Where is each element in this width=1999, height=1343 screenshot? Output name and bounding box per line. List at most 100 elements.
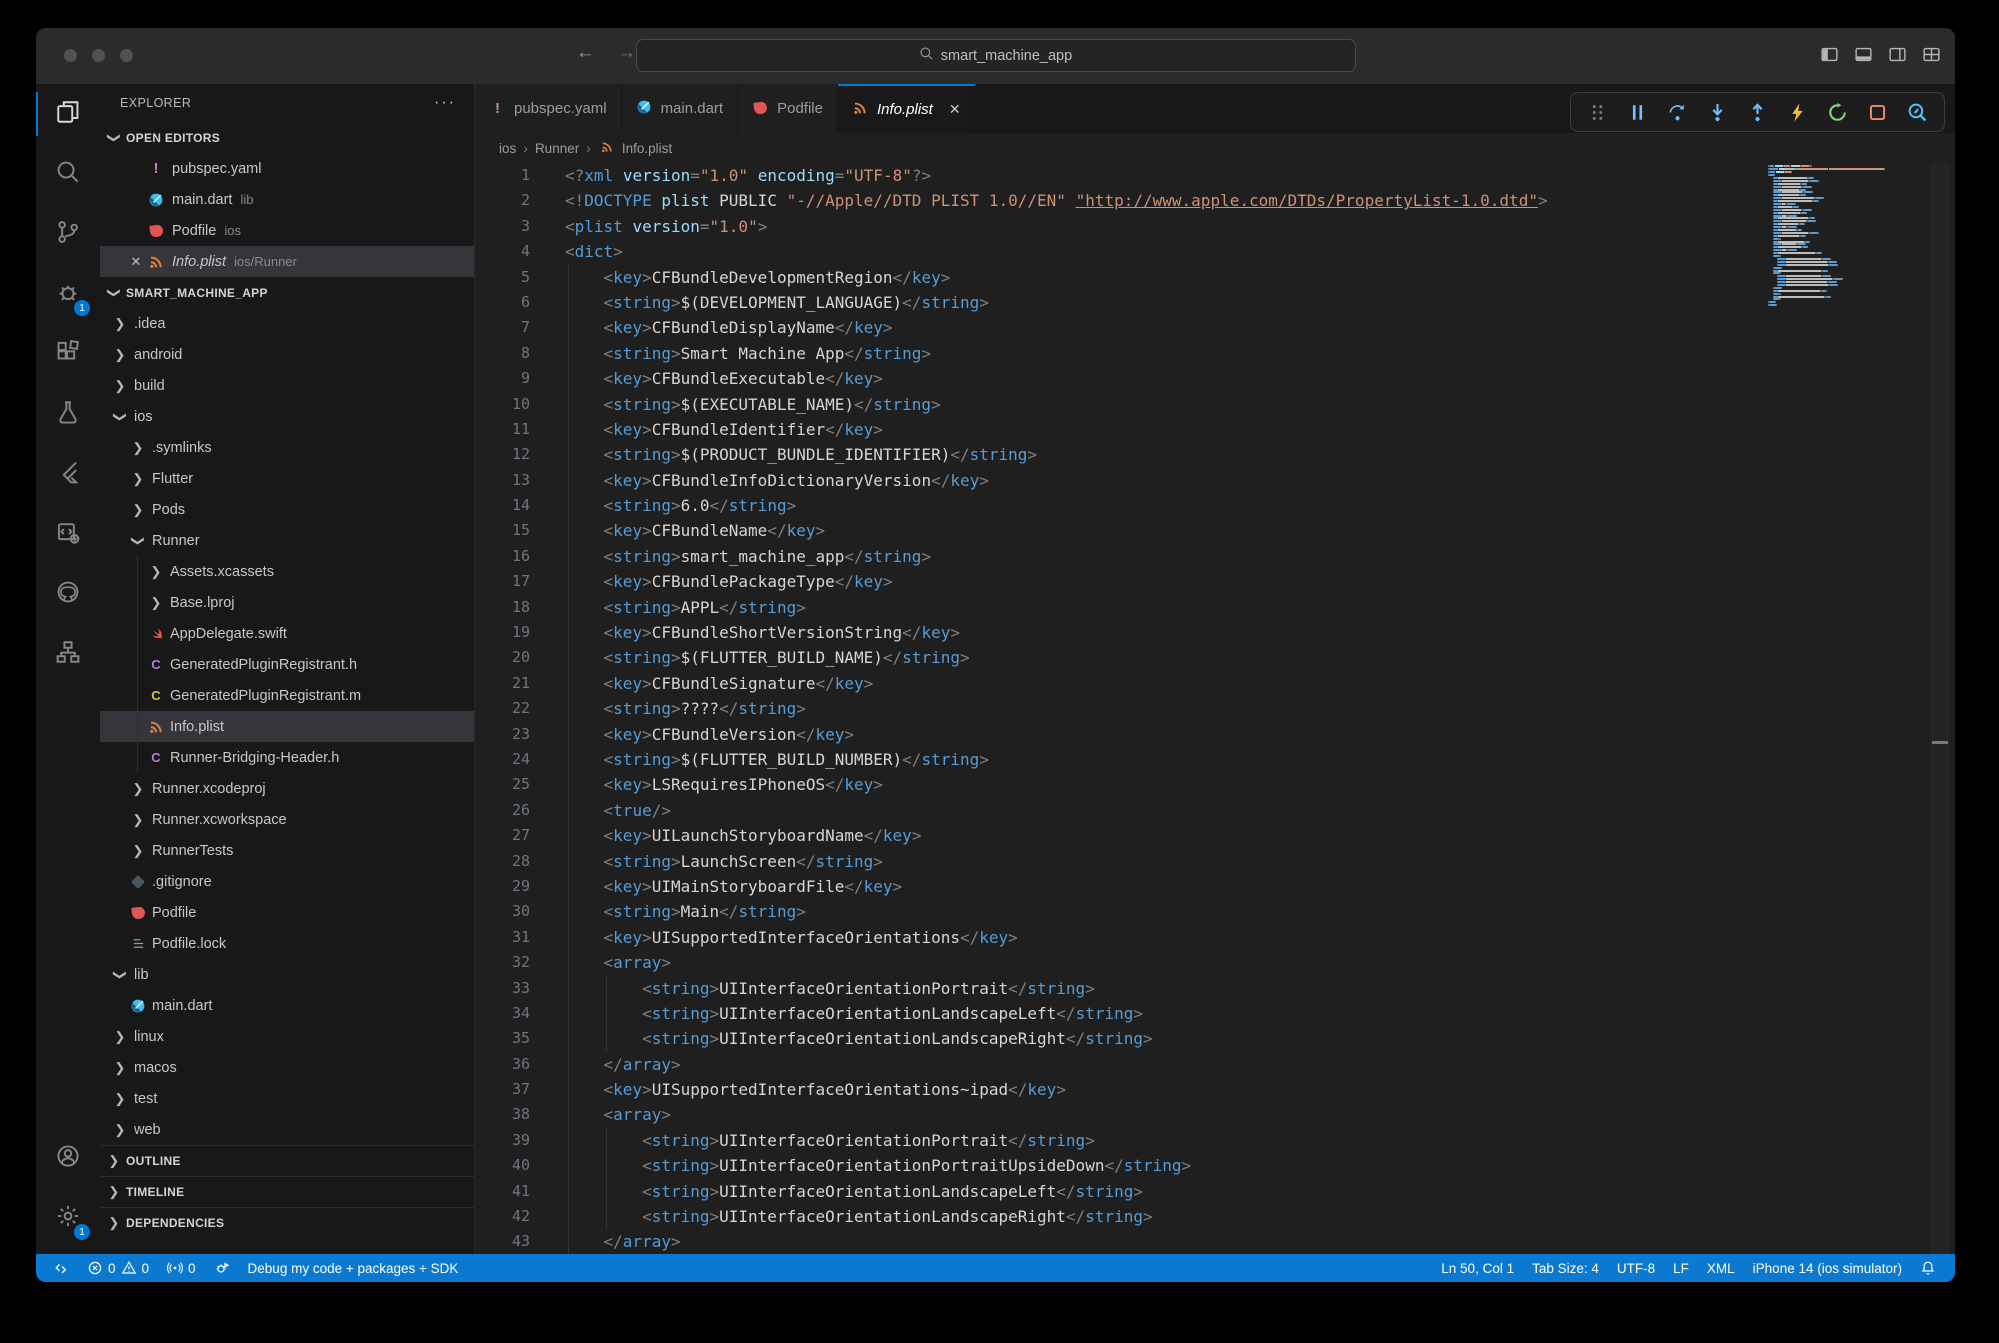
tree-item-lib[interactable]: ❯lib: [100, 959, 474, 990]
bell-icon: [1920, 1260, 1936, 1276]
status-item[interactable]: Ln 50, Col 1: [1432, 1261, 1523, 1276]
tree-item-generatedpluginregistrant-m[interactable]: CGeneratedPluginRegistrant.m: [100, 680, 474, 711]
notifications-bell[interactable]: [1911, 1260, 1945, 1276]
tab-main-dart[interactable]: main.dart: [622, 84, 739, 133]
tree-item-assets-xcassets[interactable]: ❯Assets.xcassets: [100, 556, 474, 587]
code-line-27: 27 <key>UILaunchStoryboardName</key>: [475, 823, 1955, 848]
activity-bar-item-dart-devtools[interactable]: [36, 504, 100, 564]
open-editor-item[interactable]: !pubspec.yaml: [100, 153, 474, 184]
status-item[interactable]: Debug my code + packages + SDK: [239, 1261, 468, 1276]
minimap[interactable]: [1768, 165, 1898, 307]
step-out-icon[interactable]: [1747, 102, 1768, 123]
status-item[interactable]: iPhone 14 (ios simulator): [1744, 1261, 1911, 1276]
tree-item-label: .symlinks: [152, 440, 212, 456]
toggle-primary-sidebar-icon[interactable]: [1820, 45, 1839, 64]
tree-item-runner[interactable]: ❯Runner: [100, 525, 474, 556]
step-over-icon[interactable]: [1667, 102, 1688, 123]
tree-item--idea[interactable]: ❯.idea: [100, 308, 474, 339]
open-editor-item[interactable]: ✕Info.plistios/Runner: [100, 246, 474, 277]
tree-item-runner-xcworkspace[interactable]: ❯Runner.xcworkspace: [100, 804, 474, 835]
tree-item-macos[interactable]: ❯macos: [100, 1052, 474, 1083]
toggle-secondary-sidebar-icon[interactable]: [1888, 45, 1907, 64]
status-item[interactable]: LF: [1664, 1261, 1698, 1276]
activity-bar-item-github[interactable]: [36, 564, 100, 624]
tree-item-flutter[interactable]: ❯Flutter: [100, 463, 474, 494]
close-tab-icon[interactable]: ✕: [949, 101, 961, 118]
navigate-back-button[interactable]: ←: [576, 42, 595, 64]
status-item[interactable]: UTF-8: [1608, 1261, 1664, 1276]
c-header-file-icon: C: [148, 656, 165, 673]
breadcrumb-item[interactable]: ios: [499, 141, 516, 156]
navigate-forward-button[interactable]: →: [617, 42, 636, 64]
open-editors-header[interactable]: ❯ OPEN EDITORS: [100, 122, 474, 153]
sidebar-section-timeline[interactable]: ❯TIMELINE: [100, 1176, 474, 1207]
status-item[interactable]: XML: [1698, 1261, 1744, 1276]
activity-bar-item-search[interactable]: [36, 144, 100, 204]
tree-item-ios[interactable]: ❯ios: [100, 401, 474, 432]
open-editor-item[interactable]: Podfileios: [100, 215, 474, 246]
restart-icon[interactable]: [1827, 102, 1848, 123]
line-number: 11: [475, 417, 530, 442]
open-editor-item[interactable]: main.dartlib: [100, 184, 474, 215]
tree-item-runnertests[interactable]: ❯RunnerTests: [100, 835, 474, 866]
activity-bar-item-flutter[interactable]: [36, 444, 100, 504]
minimize-window-button[interactable]: [92, 49, 105, 62]
sidebar-section-dependencies[interactable]: ❯DEPENDENCIES: [100, 1207, 474, 1238]
plist-feed-icon: [148, 253, 165, 270]
problems-errors[interactable]: 00: [78, 1260, 158, 1276]
customize-layout-icon[interactable]: [1922, 45, 1941, 64]
activity-bar-item-source-control[interactable]: [36, 204, 100, 264]
tree-item-linux[interactable]: ❯linux: [100, 1021, 474, 1052]
tree-item--symlinks[interactable]: ❯.symlinks: [100, 432, 474, 463]
tree-item-pods[interactable]: ❯Pods: [100, 494, 474, 525]
pause-icon[interactable]: [1627, 102, 1648, 123]
tree-item-podfile-lock[interactable]: Podfile.lock: [100, 928, 474, 959]
sidebar-section-outline[interactable]: ❯OUTLINE: [100, 1145, 474, 1176]
tree-item-web[interactable]: ❯web: [100, 1114, 474, 1145]
tree-item-appdelegate-swift[interactable]: AppDelegate.swift: [100, 618, 474, 649]
activity-bar-item-run-debug[interactable]: 1: [36, 264, 100, 324]
tree-item-main-dart[interactable]: main.dart: [100, 990, 474, 1021]
flutter-inspector-icon[interactable]: [1907, 102, 1928, 123]
toggle-panel-icon[interactable]: [1854, 45, 1873, 64]
tree-item-info-plist[interactable]: Info.plist: [100, 711, 474, 742]
zoom-window-button[interactable]: [120, 49, 133, 62]
breadcrumb-item[interactable]: Runner: [535, 141, 579, 156]
pubspec-warning-icon: !: [489, 100, 506, 117]
stop-icon[interactable]: [1867, 102, 1888, 123]
status-item[interactable]: Tab Size: 4: [1523, 1261, 1608, 1276]
activity-bar-item-extensions[interactable]: [36, 324, 100, 384]
tab-info-plist[interactable]: Info.plist✕: [838, 84, 976, 133]
tree-item-generatedpluginregistrant-h[interactable]: CGeneratedPluginRegistrant.h: [100, 649, 474, 680]
scrollbar[interactable]: [1930, 163, 1950, 1254]
close-window-button[interactable]: [64, 49, 77, 62]
tree-item-runner-xcodeproj[interactable]: ❯Runner.xcodeproj: [100, 773, 474, 804]
line-number: 19: [475, 620, 530, 645]
activity-bar-item-accounts[interactable]: [36, 1128, 100, 1188]
activity-bar-item-remote-explorer[interactable]: [36, 624, 100, 684]
code-editor[interactable]: 1<?xml version="1.0" encoding="UTF-8"?>2…: [475, 163, 1955, 1254]
tab-podfile[interactable]: Podfile: [738, 84, 838, 133]
project-root-header[interactable]: ❯ SMART_MACHINE_APP: [100, 277, 474, 308]
tree-item-android[interactable]: ❯android: [100, 339, 474, 370]
breadcrumb-item[interactable]: Info.plist: [622, 141, 672, 156]
debug-status-icon[interactable]: [205, 1260, 239, 1276]
tree-item-runner-bridging-header-h[interactable]: CRunner-Bridging-Header.h: [100, 742, 474, 773]
tab-pubspec-yaml[interactable]: !pubspec.yaml: [475, 84, 622, 133]
tree-item-podfile[interactable]: Podfile: [100, 897, 474, 928]
tree-item-build[interactable]: ❯build: [100, 370, 474, 401]
activity-bar-item-testing[interactable]: [36, 384, 100, 444]
grip-icon[interactable]: [1587, 102, 1608, 123]
tree-item-test[interactable]: ❯test: [100, 1083, 474, 1114]
tree-item--gitignore[interactable]: .gitignore: [100, 866, 474, 897]
forwarded-ports[interactable]: 0: [158, 1260, 205, 1276]
remote-indicator[interactable]: [44, 1260, 78, 1276]
activity-bar-item-explorer[interactable]: [36, 84, 100, 144]
close-editor-icon[interactable]: ✕: [126, 254, 146, 270]
views-and-more-actions-button[interactable]: ···: [434, 94, 456, 112]
step-into-icon[interactable]: [1707, 102, 1728, 123]
command-center-search[interactable]: smart_machine_app: [636, 39, 1356, 72]
tree-item-base-lproj[interactable]: ❯Base.lproj: [100, 587, 474, 618]
hot-reload-bolt-icon[interactable]: [1787, 102, 1808, 123]
activity-bar-item-settings[interactable]: 1: [36, 1188, 100, 1248]
